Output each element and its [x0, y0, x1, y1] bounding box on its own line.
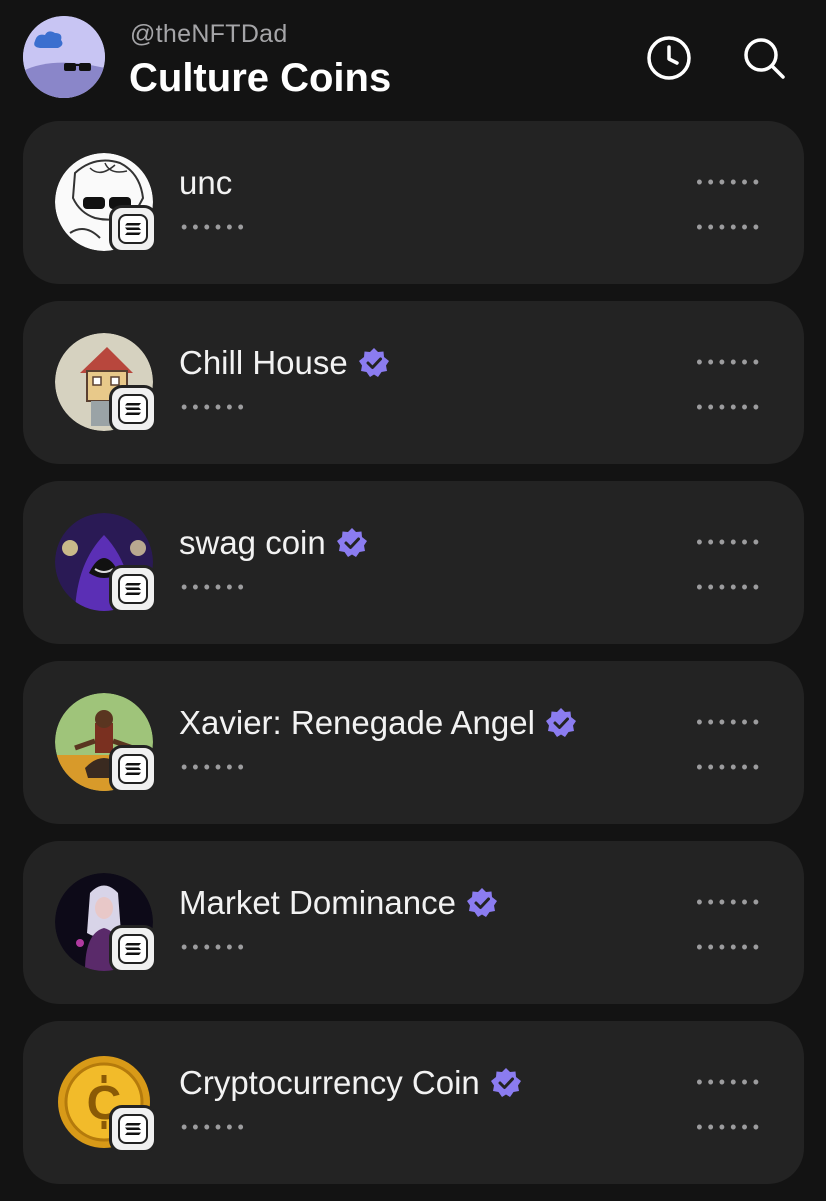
coin-ticker-hidden: ••••••: [181, 1117, 249, 1137]
coin-card[interactable]: Xavier: Renegade Angel •••••• •••••• •••…: [23, 661, 804, 824]
solana-icon: [109, 565, 157, 613]
coin-ticker-hidden: ••••••: [181, 397, 249, 417]
coin-change-hidden: ••••••: [696, 1117, 764, 1137]
verified-icon: [336, 528, 367, 557]
coin-name: unc: [179, 164, 233, 201]
coin-name: Market Dominance: [179, 884, 456, 921]
coin-name: Xavier: Renegade Angel: [179, 704, 535, 741]
verified-icon: [358, 348, 389, 377]
coin-ticker-hidden: ••••••: [181, 577, 249, 597]
coin-card[interactable]: swag coin •••••• •••••• ••••••: [23, 481, 804, 644]
solana-icon: [109, 1105, 157, 1153]
verified-icon: [490, 1068, 521, 1097]
solana-icon: [109, 385, 157, 433]
coin-change-hidden: ••••••: [696, 937, 764, 957]
search-icon: [744, 38, 785, 79]
coin-card[interactable]: unc •••••• •••••• ••••••: [23, 121, 804, 284]
page-title: Culture Coins: [129, 56, 392, 100]
solana-icon: [109, 205, 157, 253]
verified-icon: [466, 888, 497, 917]
coin-price-hidden: ••••••: [696, 352, 764, 372]
coin-change-hidden: ••••••: [696, 217, 764, 237]
coin-price-hidden: ••••••: [696, 532, 764, 552]
coin-name: Chill House: [179, 344, 348, 381]
coin-price-hidden: ••••••: [696, 712, 764, 732]
coin-change-hidden: ••••••: [696, 757, 764, 777]
coin-change-hidden: ••••••: [696, 397, 764, 417]
coin-change-hidden: ••••••: [696, 577, 764, 597]
solana-icon: [109, 925, 157, 973]
coin-card[interactable]: C Cryptocurrency Coin •••••• •••••• ••••…: [23, 1021, 804, 1184]
coin-name: swag coin: [179, 524, 326, 561]
coin-ticker-hidden: ••••••: [181, 757, 249, 777]
header: @theNFTDad Culture Coins: [0, 0, 826, 120]
coin-list: unc •••••• •••••• •••••• Chill House •••…: [23, 121, 804, 1201]
coin-price-hidden: ••••••: [696, 1072, 764, 1092]
coin-name: Cryptocurrency Coin: [179, 1064, 480, 1101]
verified-icon: [545, 708, 576, 737]
profile-avatar[interactable]: [23, 16, 105, 98]
history-button[interactable]: [645, 34, 693, 82]
coin-ticker-hidden: ••••••: [181, 937, 249, 957]
solana-icon: [109, 745, 157, 793]
profile-handle[interactable]: @theNFTDad: [130, 20, 288, 49]
coin-price-hidden: ••••••: [696, 892, 764, 912]
coin-ticker-hidden: ••••••: [181, 217, 249, 237]
coin-card[interactable]: Market Dominance •••••• •••••• ••••••: [23, 841, 804, 1004]
coin-price-hidden: ••••••: [696, 172, 764, 192]
search-button[interactable]: [740, 34, 788, 82]
clock-icon: [647, 36, 691, 80]
coin-card[interactable]: Chill House •••••• •••••• ••••••: [23, 301, 804, 464]
